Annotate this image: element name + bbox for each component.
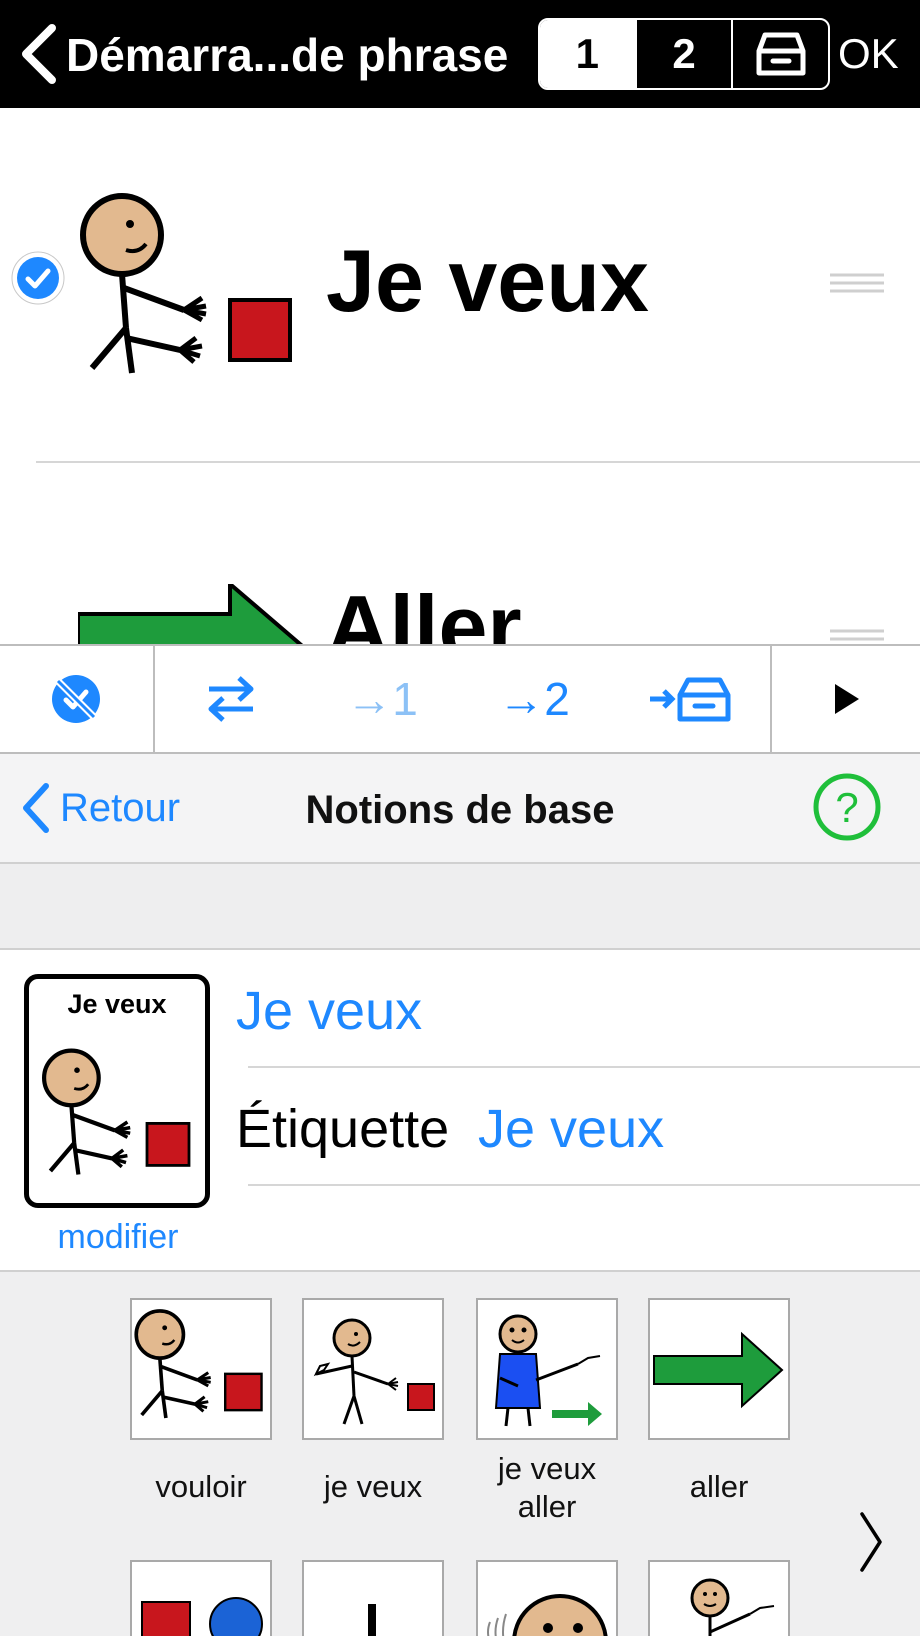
symbol-details: Je veux modifier Je veux Étiquette Je ve… xyxy=(0,950,920,1272)
suggestion-tile-vouloir[interactable] xyxy=(130,1298,272,1440)
row-divider xyxy=(36,461,920,463)
ok-button[interactable]: OK xyxy=(838,30,899,78)
want-symbol-icon xyxy=(42,1048,191,1175)
phrase-label: Je veux xyxy=(326,231,649,330)
list-item[interactable]: Je veux xyxy=(0,108,920,454)
play-icon xyxy=(835,684,859,714)
suggestion-tile[interactable] xyxy=(130,1560,272,1636)
svg-text:?: ? xyxy=(835,784,858,831)
play-button[interactable] xyxy=(772,646,920,752)
hide-button[interactable] xyxy=(0,646,152,752)
label-field-key: Étiquette xyxy=(236,1099,450,1159)
point-symbol-icon xyxy=(690,1578,775,1636)
top-bar: Démarra...de phrase 1 2 OK xyxy=(0,0,920,108)
next-page-chevron-icon[interactable] xyxy=(856,1510,886,1574)
section-spacer xyxy=(0,864,920,950)
back-chevron-icon[interactable] xyxy=(14,22,64,86)
phrase-list: Je veux Aller xyxy=(0,108,920,644)
want-symbol-icon xyxy=(134,1309,263,1419)
segment-page-1[interactable]: 1 xyxy=(540,20,635,88)
move-to-archive-button[interactable] xyxy=(610,646,770,752)
app-root: Démarra...de phrase 1 2 OK Je veux Aller… xyxy=(0,0,920,1636)
suggestion-tile[interactable] xyxy=(648,1560,790,1636)
field-divider xyxy=(248,1184,920,1186)
phrase-label: Aller xyxy=(326,577,522,644)
suggestion-label: je veux xyxy=(323,1469,423,1504)
field-divider xyxy=(248,1066,920,1068)
selected-checkmark-icon[interactable] xyxy=(10,250,66,306)
card-title: Je veux xyxy=(67,989,167,1019)
move-to-page-1-button[interactable]: →1 xyxy=(306,646,458,752)
action-toolbar: →1 →2 xyxy=(0,644,920,754)
shapes-symbol-icon xyxy=(141,1597,263,1636)
drag-handle-icon[interactable] xyxy=(830,272,884,294)
suggestion-tile-je-veux[interactable] xyxy=(302,1298,444,1440)
suggestion-label: aller xyxy=(689,1469,749,1504)
help-icon[interactable]: ? xyxy=(812,772,882,842)
i-want-symbol-icon xyxy=(313,1318,435,1425)
suggestion-tile[interactable] xyxy=(302,1560,444,1636)
move-to-page-1-label: →1 xyxy=(346,673,418,725)
symbol-suggestions: vouloir je veux je veux aller aller xyxy=(0,1272,920,1636)
move-to-page-2-button[interactable]: →2 xyxy=(458,646,610,752)
drag-handle-icon[interactable] xyxy=(830,628,884,644)
swap-button[interactable] xyxy=(156,646,306,752)
label-field-value[interactable]: Je veux xyxy=(478,1098,664,1160)
suggestion-label: je veux aller xyxy=(497,1451,597,1524)
page-segmented-control: 1 2 xyxy=(538,18,830,90)
word-field[interactable]: Je veux xyxy=(236,980,422,1042)
listen-symbol-icon xyxy=(487,1594,608,1636)
hide-icon xyxy=(52,675,100,723)
suggestion-label: vouloir xyxy=(155,1469,247,1504)
i-want-to-go-symbol-icon xyxy=(494,1314,602,1427)
page-title: Démarra...de phrase xyxy=(66,29,509,81)
suggestion-tile-aller[interactable] xyxy=(648,1298,790,1440)
go-arrow-symbol-icon xyxy=(653,1331,784,1409)
symbol-card[interactable]: Je veux xyxy=(24,974,210,1208)
letter-symbol-icon xyxy=(368,1604,376,1636)
move-to-archive-icon xyxy=(650,677,731,722)
archive-box-icon xyxy=(756,32,806,76)
nav-title: Notions de base xyxy=(305,788,615,832)
modify-link[interactable]: modifier xyxy=(0,1218,236,1257)
segment-page-2[interactable]: 2 xyxy=(634,20,732,88)
suggestion-tile[interactable] xyxy=(476,1560,618,1636)
toolbar-divider xyxy=(153,646,155,752)
navigation-bar: Retour Notions de base ? xyxy=(0,754,920,864)
swap-icon xyxy=(208,676,254,722)
segment-archive[interactable] xyxy=(731,20,828,88)
want-symbol-icon xyxy=(80,193,292,374)
go-arrow-symbol-icon xyxy=(78,584,304,644)
list-item[interactable]: Aller xyxy=(0,464,920,644)
move-to-page-2-label: →2 xyxy=(498,673,570,725)
suggestion-tile-je-veux-aller[interactable] xyxy=(476,1298,618,1440)
